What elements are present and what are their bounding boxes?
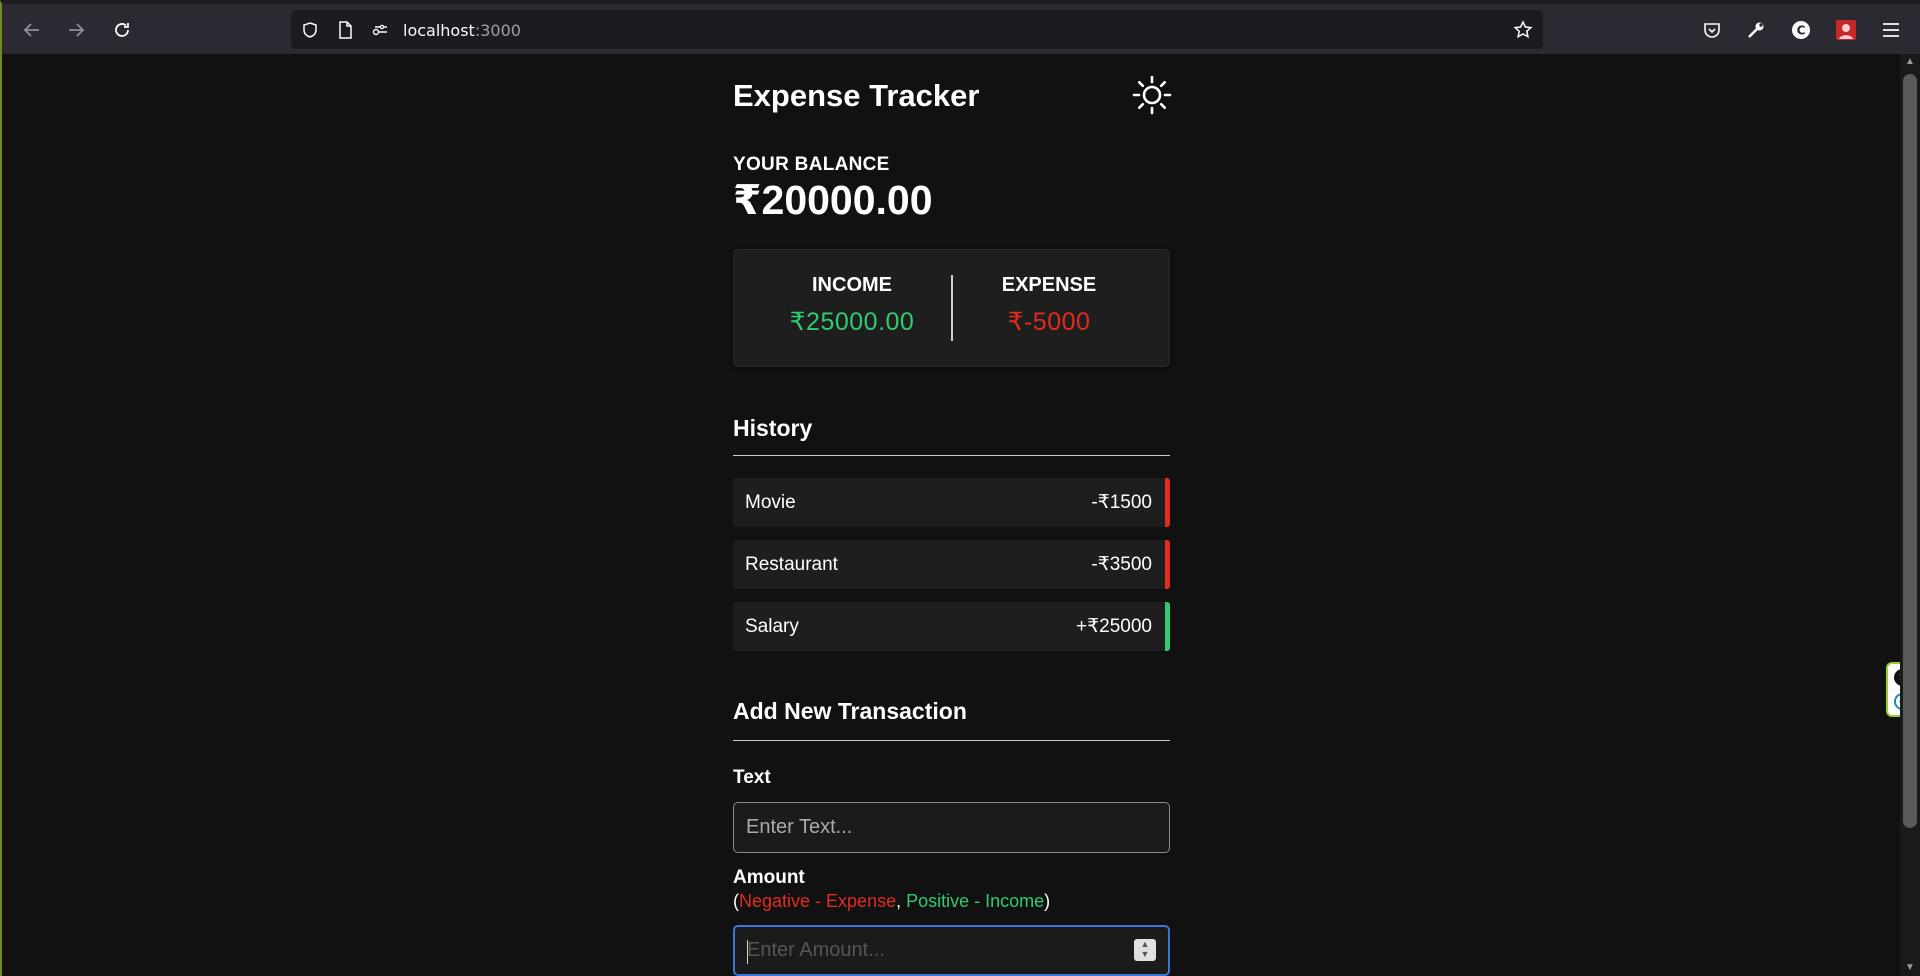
expense-column: EXPENSE ₹-5000 [951,274,1147,337]
amount-input[interactable]: Enter Amount... ▲ ▼ [733,925,1170,976]
list-item[interactable]: Movie -₹1500 [733,478,1170,527]
transaction-text: Restaurant [745,553,838,575]
permissions-icon[interactable] [369,19,391,41]
history-title: History [733,415,813,441]
hint-positive: Positive - Income [906,891,1045,911]
extension-c-icon[interactable]: C [1788,17,1814,43]
text-caret [747,940,748,964]
extension-avatar-icon[interactable] [1833,17,1859,43]
reload-icon[interactable] [108,16,136,44]
menu-icon[interactable] [1878,17,1904,43]
history-divider [733,455,1170,456]
transaction-text: Movie [745,491,796,513]
add-transaction-divider [733,740,1170,741]
expense-indicator [1165,478,1170,527]
amount-label: Amount [733,867,805,888]
hint-comma: , [896,891,907,911]
balance-label: YOUR BALANCE [733,154,890,175]
text-label: Text [733,767,771,788]
browser-toolbar: localhost:3000 C [0,0,1920,54]
text-placeholder: Enter Text... [746,816,853,838]
income-label: INCOME [812,274,892,296]
transaction-amount: -₹1500 [1091,492,1152,513]
scroll-thumb[interactable] [1903,74,1917,828]
transaction-amount: -₹3500 [1091,554,1152,575]
page-icon[interactable] [334,19,356,41]
amount-hint: (Negative - Expense, Positive - Income) [733,891,1050,912]
income-indicator [1165,602,1170,651]
transaction-amount: +₹25000 [1075,616,1152,637]
shield-icon[interactable] [299,19,321,41]
wrench-icon[interactable] [1743,17,1769,43]
list-item[interactable]: Salary +₹25000 [733,602,1170,651]
balance-value: ₹20000.00 [733,177,933,223]
amount-placeholder: Enter Amount... [747,939,885,961]
income-column: INCOME ₹25000.00 [754,274,950,337]
scroll-up-arrow[interactable]: ▲ [1903,56,1917,68]
url-port: :3000 [474,21,521,40]
url-host: localhost [403,21,475,40]
expense-value: ₹-5000 [1007,308,1091,336]
svg-text:C: C [1797,24,1806,38]
hint-close: ) [1044,891,1051,911]
bookmark-star-icon[interactable] [1512,19,1534,41]
address-bar[interactable]: localhost:3000 [291,10,1543,49]
hint-negative: Negative - Expense [739,891,897,911]
theme-toggle-button[interactable] [1131,74,1173,116]
scroll-down-arrow[interactable]: ▼ [1903,962,1917,974]
history-list: Movie -₹1500 Restaurant -₹3500 Salary +₹… [733,478,1170,664]
list-item[interactable]: Restaurant -₹3500 [733,540,1170,589]
income-value: ₹25000.00 [789,308,915,336]
sun-icon [1132,75,1172,115]
expense-label: EXPENSE [1001,274,1097,296]
pocket-icon[interactable] [1699,17,1725,43]
url-text[interactable]: localhost:3000 [403,21,521,40]
add-transaction-title: Add New Transaction [733,698,967,724]
expense-indicator [1165,540,1170,589]
transaction-text: Salary [745,615,799,637]
text-input[interactable]: Enter Text... [733,802,1170,853]
page-scrollbar[interactable]: ▲ ▼ [1900,54,1920,976]
back-icon[interactable] [18,16,46,44]
income-expense-card: INCOME ₹25000.00 EXPENSE ₹-5000 [733,249,1170,367]
page-viewport: Expense Tracker YOUR BALANCE ₹20000.00 I… [0,54,1900,976]
forward-icon[interactable] [62,16,90,44]
page-title: Expense Tracker [733,78,980,113]
amount-stepper[interactable]: ▲ ▼ [1134,939,1156,961]
